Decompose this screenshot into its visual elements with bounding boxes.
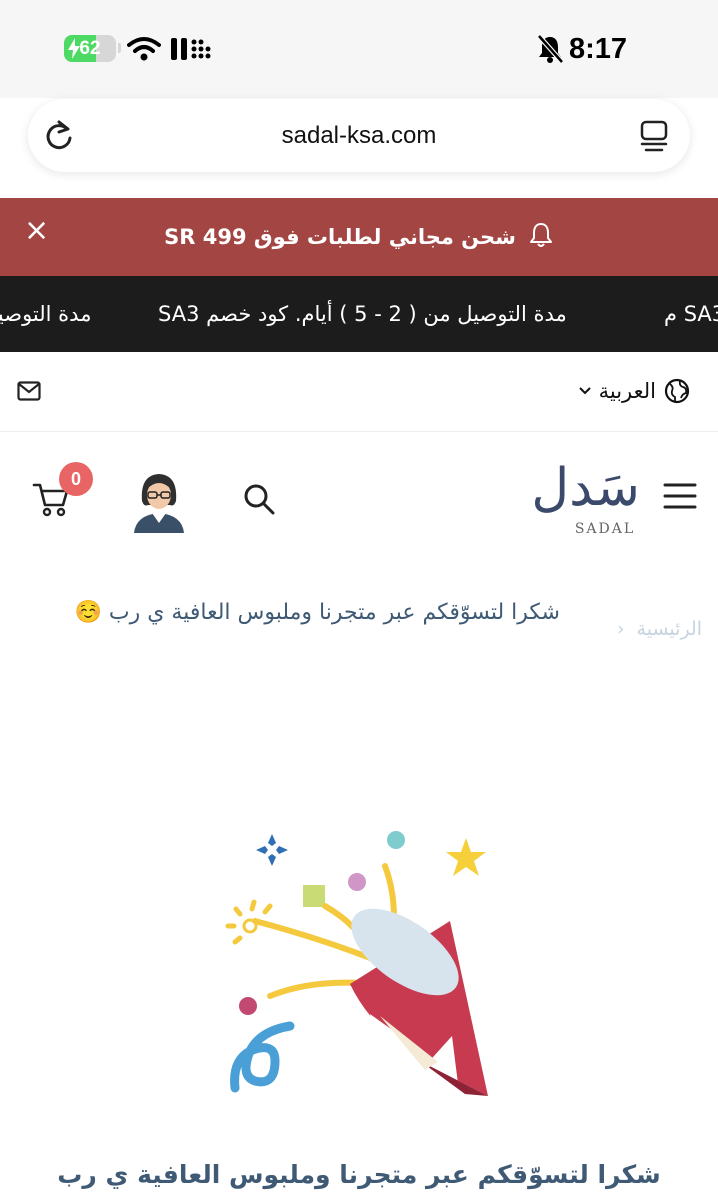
status-bar: 62 8:17 bbox=[0, 0, 718, 98]
ticker-item-left: مدة التوصيل bbox=[0, 302, 92, 326]
language-label: العربية bbox=[598, 379, 656, 403]
battery-tip bbox=[118, 43, 121, 53]
hamburger-menu-icon[interactable] bbox=[663, 481, 697, 511]
cellular-signal-icon bbox=[171, 38, 211, 60]
url-text[interactable]: sadal-ksa.com bbox=[28, 99, 690, 172]
party-popper-illustration bbox=[225, 831, 488, 1096]
ticker-item: مدة التوصيل من ( 2 - 5 ) أيام. كود خصم S… bbox=[158, 302, 567, 326]
address-bar[interactable]: sadal-ksa.com bbox=[28, 99, 690, 172]
battery-percent: 62 bbox=[79, 38, 101, 59]
mail-icon[interactable] bbox=[17, 381, 41, 401]
clock: 8:17 bbox=[569, 33, 628, 65]
silent-bell-icon bbox=[537, 34, 564, 64]
cart-count-badge: 0 bbox=[59, 462, 93, 496]
breadcrumb-separator: ‹ bbox=[616, 618, 625, 640]
announcement-ticker: مدة التوصيل مدة التوصيل من ( 2 - 5 ) أيا… bbox=[0, 276, 718, 352]
page-title: شكرا لتسوّقكم عبر متجرنا وملبوس العافية … bbox=[74, 600, 561, 625]
chevron-down-icon bbox=[578, 387, 591, 395]
language-selector[interactable]: العربية bbox=[578, 374, 690, 408]
wifi-icon bbox=[127, 37, 161, 61]
user-avatar-icon[interactable] bbox=[132, 471, 186, 533]
search-icon[interactable] bbox=[242, 482, 276, 516]
logo-english: SADAL bbox=[574, 521, 636, 537]
promo-banner: × شحن مجاني لطلبات فوق 499 SR bbox=[0, 198, 718, 276]
top-utility-bar: العربية bbox=[0, 352, 718, 432]
breadcrumb-home[interactable]: الرئيسية bbox=[637, 618, 702, 640]
battery-indicator: 62 bbox=[64, 35, 116, 62]
tabs-icon[interactable] bbox=[640, 120, 668, 152]
globe-icon bbox=[664, 378, 690, 404]
promo-text-container: شحن مجاني لطلبات فوق 499 SR bbox=[0, 198, 718, 276]
promo-text: شحن مجاني لطلبات فوق 499 SR bbox=[164, 225, 516, 249]
bell-icon bbox=[529, 223, 552, 247]
thank-you-heading: شكرا لتسوّقكم عبر متجرنا وملبوس العافية … bbox=[57, 1160, 661, 1189]
ticker-item-right: SA3 م bbox=[664, 302, 718, 326]
site-header: سَدل SADAL bbox=[0, 433, 718, 563]
site-logo[interactable]: سَدل SADAL bbox=[531, 458, 640, 538]
logo-arabic: سَدل bbox=[531, 458, 640, 518]
breadcrumb: الرئيسية ‹ bbox=[605, 616, 702, 642]
